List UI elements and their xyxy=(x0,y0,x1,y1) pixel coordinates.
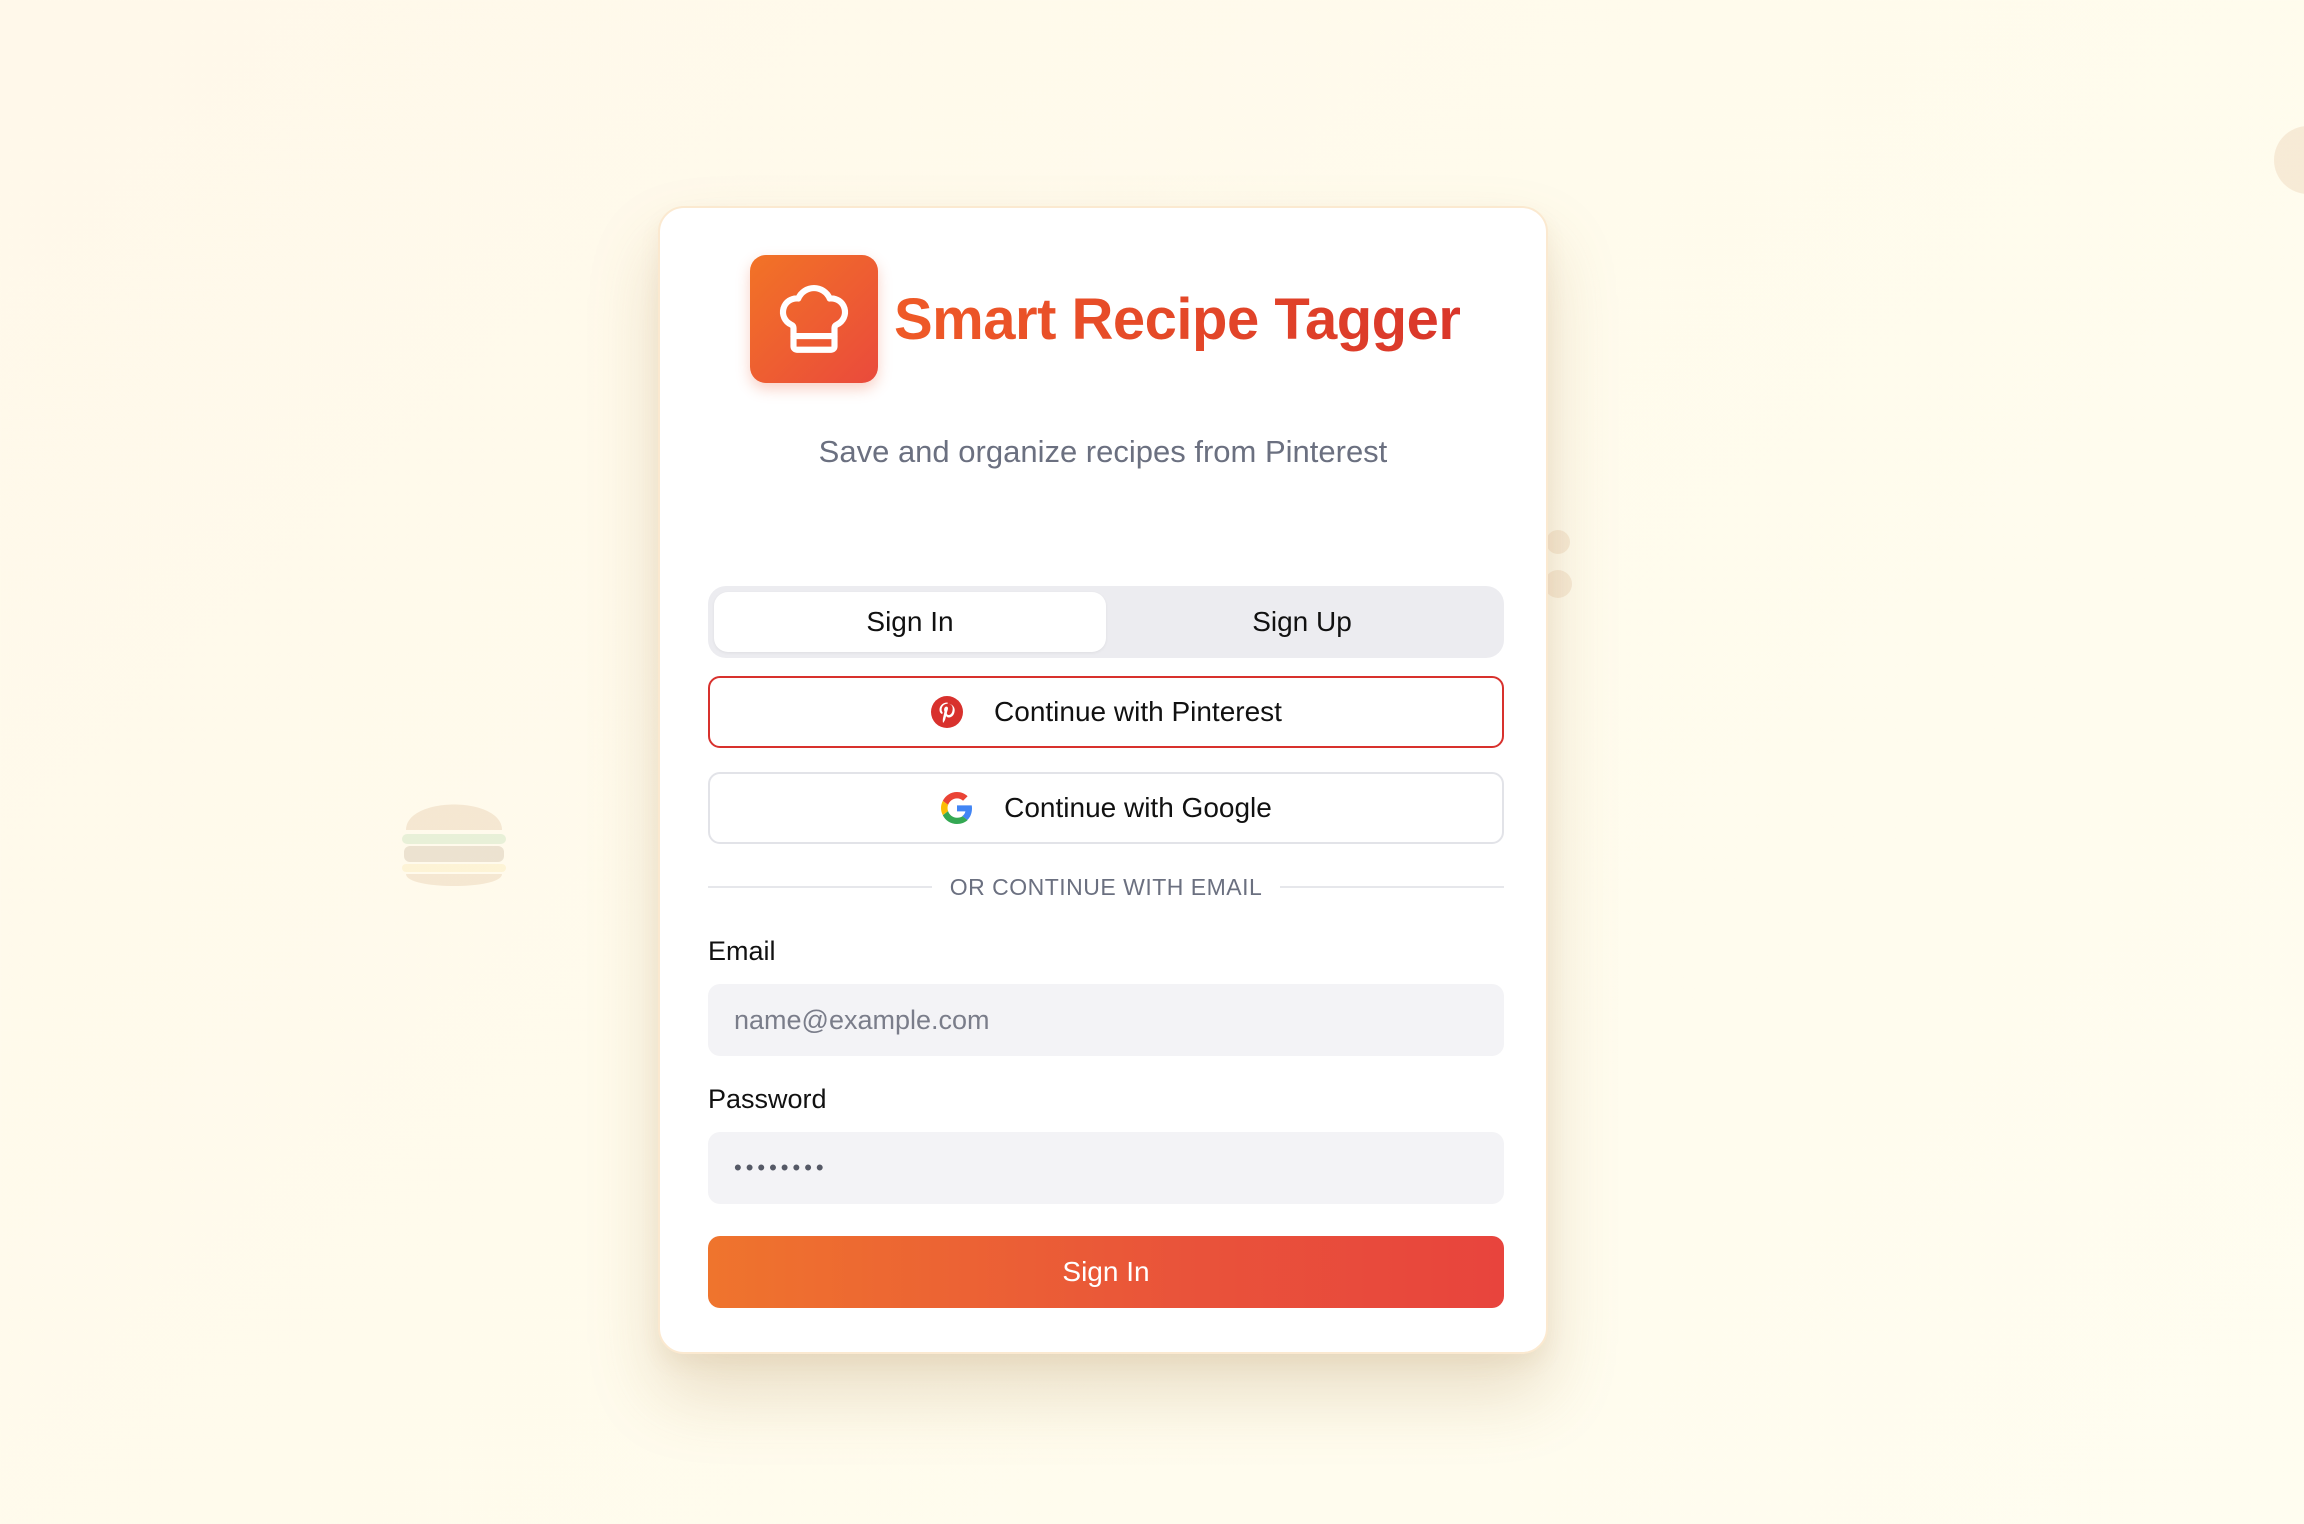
email-label: Email xyxy=(708,936,776,966)
google-icon xyxy=(940,791,974,825)
food-decoration-icon xyxy=(1546,530,1572,598)
app-title: Smart Recipe Tagger xyxy=(894,286,1461,352)
pinterest-button-label: Continue with Pinterest xyxy=(994,696,1282,727)
email-input[interactable] xyxy=(708,984,1504,1056)
login-card: Smart Recipe Tagger Save and organize re… xyxy=(658,206,1548,1354)
chef-hat-icon xyxy=(779,284,849,353)
app-logo xyxy=(750,255,878,383)
sign-in-button[interactable]: Sign In xyxy=(708,1236,1504,1308)
email-divider: OR CONTINUE WITH EMAIL xyxy=(708,872,1504,902)
continue-with-pinterest-button[interactable]: Continue with Pinterest xyxy=(708,676,1504,748)
tab-sign-in[interactable]: Sign In xyxy=(714,592,1106,652)
tab-sign-up[interactable]: Sign Up xyxy=(1106,592,1498,652)
divider-label: OR CONTINUE WITH EMAIL xyxy=(949,873,1263,900)
google-button-label: Continue with Google xyxy=(1004,792,1272,823)
pinterest-icon xyxy=(930,695,964,729)
food-decoration-icon xyxy=(2274,126,2304,194)
divider-line xyxy=(1280,886,1504,888)
continue-with-google-button[interactable]: Continue with Google xyxy=(708,772,1504,844)
app-subtitle: Save and organize recipes from Pinterest xyxy=(818,434,1388,469)
password-label: Password xyxy=(708,1084,827,1114)
auth-tabs: Sign In Sign Up xyxy=(708,586,1504,658)
password-input[interactable] xyxy=(708,1132,1504,1204)
burger-decoration-icon xyxy=(402,804,506,886)
divider-line xyxy=(708,886,932,888)
brand-header: Smart Recipe Tagger xyxy=(750,254,1461,384)
